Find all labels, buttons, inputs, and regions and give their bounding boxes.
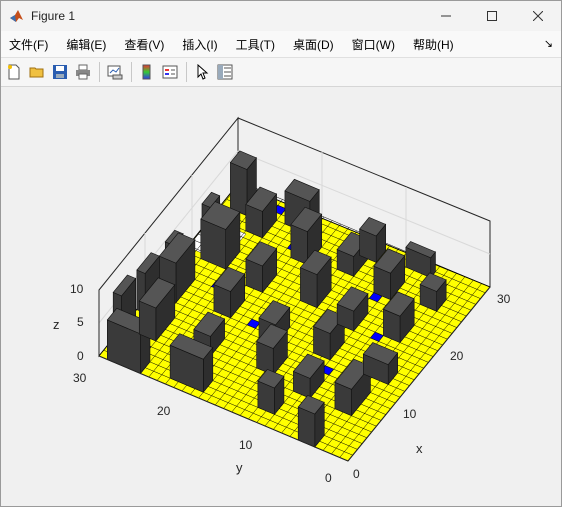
z-axis-label: z [53, 317, 60, 332]
obstacle-block [257, 369, 285, 416]
y-axis-label: y [236, 460, 243, 475]
print-button[interactable] [72, 61, 94, 83]
block-face [230, 162, 248, 217]
menu-bar: 文件(F) 编辑(E) 查看(V) 插入(I) 工具(T) 桌面(D) 窗口(W… [1, 31, 561, 58]
close-button[interactable] [515, 1, 561, 31]
x-tick-label: 0 [353, 467, 360, 481]
x-tick-label: 10 [403, 407, 417, 421]
obstacle-block [297, 395, 325, 448]
x-tick-label: 30 [497, 292, 511, 306]
insert-colorbar-button[interactable] [136, 61, 158, 83]
close-icon [533, 11, 543, 21]
minimize-icon [441, 15, 451, 17]
toolbar-separator [131, 62, 132, 82]
colorbar-icon [142, 64, 151, 80]
edit-plot-button[interactable] [191, 61, 213, 83]
folder-icon [29, 67, 44, 78]
legend-icon [162, 65, 178, 79]
maximize-icon [487, 11, 497, 21]
y-tick-label: 10 [239, 438, 253, 452]
x-axis-label: x [416, 441, 423, 456]
figure-toolbar [1, 58, 561, 87]
save-button[interactable] [49, 61, 71, 83]
new-file-icon [8, 64, 20, 80]
toolbar-separator [186, 62, 187, 82]
z-tick-label: 0 [77, 349, 84, 363]
plot-canvas[interactable]: 10 5 0 z 30 20 10 0 y 0 10 20 30 x [0, 85, 560, 505]
link-plot-icon [107, 65, 123, 80]
link-plot-button[interactable] [104, 61, 126, 83]
z-tick-label: 10 [70, 282, 84, 296]
printer-icon [76, 64, 90, 80]
insert-legend-button[interactable] [159, 61, 181, 83]
x-tick-label: 20 [450, 349, 464, 363]
menu-file[interactable]: 文件(F) [9, 36, 48, 53]
z-tick-label: 5 [77, 315, 84, 329]
y-tick-label: 20 [157, 404, 171, 418]
menu-insert[interactable]: 插入(I) [182, 36, 217, 53]
save-disk-icon [53, 65, 67, 79]
maximize-button[interactable] [469, 1, 515, 31]
menu-help[interactable]: 帮助(H) [413, 36, 454, 53]
new-figure-button[interactable] [3, 61, 25, 83]
obstacle-block [200, 201, 241, 270]
window-title: Figure 1 [31, 9, 76, 23]
matlab-logo-icon [9, 8, 25, 24]
menu-view[interactable]: 查看(V) [124, 36, 164, 53]
open-file-button[interactable] [26, 61, 48, 83]
property-inspector-icon [217, 64, 233, 80]
property-inspector-button[interactable] [214, 61, 236, 83]
menu-tools[interactable]: 工具(T) [236, 36, 275, 53]
y-tick-label: 30 [73, 371, 87, 385]
obstacle-block [359, 217, 387, 264]
dock-arrow-icon[interactable]: ↘ [544, 37, 553, 50]
toolbar-separator [99, 62, 100, 82]
title-bar: Figure 1 [1, 1, 561, 31]
y-tick-label: 0 [325, 471, 332, 485]
menu-desktop[interactable]: 桌面(D) [293, 36, 334, 53]
menu-window[interactable]: 窗口(W) [352, 36, 395, 53]
pointer-arrow-icon [197, 64, 209, 80]
menu-edit[interactable]: 编辑(E) [66, 36, 106, 53]
minimize-button[interactable] [423, 1, 469, 31]
